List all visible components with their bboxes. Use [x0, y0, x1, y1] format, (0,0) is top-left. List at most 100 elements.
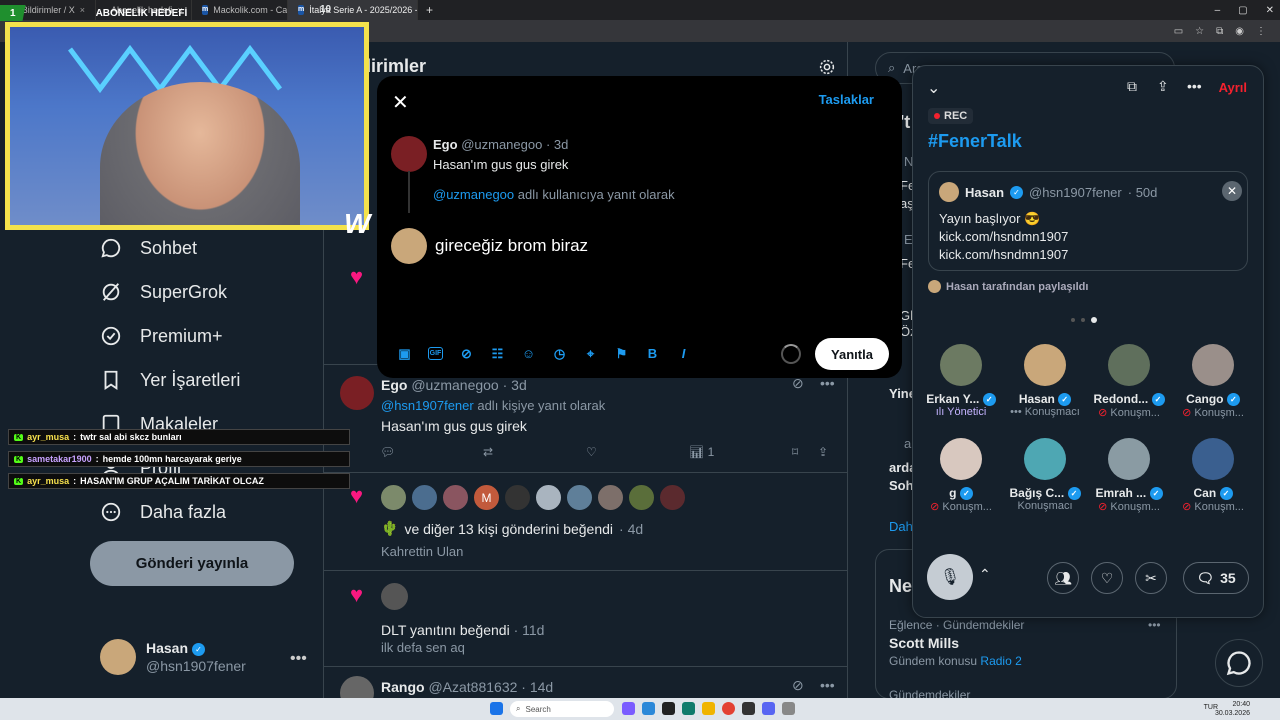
app-icon[interactable]: [622, 702, 635, 715]
bookmark-icon[interactable]: ⌑: [792, 445, 798, 459]
share-icon[interactable]: ⇪: [1157, 78, 1169, 95]
chevron-up-icon[interactable]: ⌃: [979, 566, 991, 583]
speaker[interactable]: g ✓ ⊘ Konuşm...: [921, 438, 1001, 513]
people-button[interactable]: 👥︎: [1047, 562, 1079, 594]
cast-icon[interactable]: ▭: [1174, 26, 1183, 37]
post-button[interactable]: Gönderi yayınla: [90, 541, 294, 586]
account-switcher[interactable]: Hasan ✓ @hsn1907fener: [100, 639, 246, 675]
trend-context-link[interactable]: Radio 2: [980, 654, 1021, 668]
minimize-icon[interactable]: –: [1215, 5, 1221, 16]
grok-icon[interactable]: ⊘: [792, 677, 804, 694]
gear-icon[interactable]: [818, 58, 836, 76]
avatar[interactable]: [659, 484, 686, 511]
image-icon[interactable]: ▣: [395, 344, 414, 363]
nav-more[interactable]: Daha fazla: [100, 501, 226, 523]
like-icon[interactable]: ♡: [586, 445, 597, 459]
react-button[interactable]: ♡: [1091, 562, 1123, 594]
account-more-icon[interactable]: •••: [290, 650, 307, 668]
more-icon[interactable]: •••: [1187, 78, 1202, 94]
avatar[interactable]: M: [473, 484, 500, 511]
close-window-icon[interactable]: ✕: [1266, 5, 1274, 16]
browser-tab-active[interactable]: mİtalya Serie A - 2025/2026 - Pu×: [288, 0, 418, 20]
reply-icon[interactable]: 💬︎: [380, 445, 395, 459]
start-icon[interactable]: [490, 702, 503, 715]
avatar[interactable]: [340, 376, 374, 410]
tweet-handle[interactable]: @uzmanegoo: [411, 377, 498, 393]
profile-icon[interactable]: ◉: [1235, 26, 1244, 37]
pinned-post[interactable]: Hasan ✓ @hsn1907fener · 50d ✕ Yayın başl…: [928, 171, 1248, 271]
trend-more-icon[interactable]: •••: [1148, 618, 1161, 632]
emoji-icon[interactable]: ☺: [519, 344, 538, 363]
messages-button[interactable]: [1215, 639, 1263, 687]
nav-premium[interactable]: Premium+: [100, 325, 223, 347]
flag-icon[interactable]: ⚑: [612, 344, 631, 363]
mention-link[interactable]: @uzmanegoo: [433, 187, 514, 202]
avatar[interactable]: [381, 583, 408, 610]
new-tab-button[interactable]: +: [426, 3, 433, 17]
share-icon[interactable]: ⇪: [818, 445, 828, 459]
speaker[interactable]: Erkan Y... ✓ ılı Yönetici: [921, 344, 1001, 418]
close-pinned-icon[interactable]: ✕: [1222, 181, 1242, 201]
tweet-handle[interactable]: @Azat881632: [428, 679, 517, 695]
pager-dot[interactable]: [1081, 318, 1085, 322]
reply-submit-button[interactable]: Yanıtla: [815, 338, 889, 370]
extensions-icon[interactable]: ⧉: [1216, 26, 1223, 37]
reply-textarea[interactable]: gireceğiz brom biraz: [435, 236, 588, 256]
comments-button[interactable]: 🗨︎ 35: [1183, 562, 1249, 594]
schedule-icon[interactable]: ◷: [550, 344, 569, 363]
speaker[interactable]: Cango ✓ ⊘ Konuşm...: [1173, 344, 1253, 419]
avatar[interactable]: [380, 484, 407, 511]
italic-icon[interactable]: I: [674, 344, 693, 363]
avatar[interactable]: [504, 484, 531, 511]
dlt-notice[interactable]: DLT yanıtını beğendi · 11d: [381, 622, 544, 638]
nav-bookmarks[interactable]: Yer İşaretleri: [100, 369, 240, 391]
app-icon[interactable]: [742, 702, 755, 715]
pager-dot[interactable]: [1071, 318, 1075, 322]
tweet-author[interactable]: Ego: [381, 377, 407, 393]
microphone-button[interactable]: 🎙︎: [927, 554, 973, 600]
pager-dot-active[interactable]: [1091, 317, 1097, 323]
chrome-icon[interactable]: [722, 702, 735, 715]
app-icon[interactable]: [702, 702, 715, 715]
picture-in-picture-icon[interactable]: ⧉: [1127, 78, 1137, 95]
nav-chat[interactable]: Sohbet: [100, 237, 197, 259]
avatar[interactable]: [628, 484, 655, 511]
avatar[interactable]: [597, 484, 624, 511]
views-icon[interactable]: 📊︎ 1: [689, 445, 714, 459]
poll-icon[interactable]: ☷: [488, 344, 507, 363]
avatar[interactable]: [535, 484, 562, 511]
avatar[interactable]: [442, 484, 469, 511]
app-icon[interactable]: [762, 702, 775, 715]
grok-icon[interactable]: ⊘: [457, 344, 476, 363]
speaker[interactable]: Redond... ✓ ⊘ Konuşm...: [1089, 344, 1169, 419]
speaker[interactable]: Hasan ✓ ••• Konuşmacı: [1005, 344, 1085, 418]
like-notice[interactable]: 🌵 ve diğer 13 kişi gönderini beğendi · 4…: [381, 520, 643, 537]
app-icon[interactable]: [642, 702, 655, 715]
avatar[interactable]: [411, 484, 438, 511]
close-icon[interactable]: ✕: [392, 90, 409, 115]
speaker[interactable]: Bağış C... ✓ Konuşmacı: [1005, 438, 1085, 512]
gif-icon[interactable]: GIF: [428, 347, 443, 360]
tweet-author[interactable]: Rango: [381, 679, 425, 695]
more-icon[interactable]: •••: [820, 677, 835, 693]
avatar[interactable]: [566, 484, 593, 511]
retweet-icon[interactable]: ⇄: [483, 445, 493, 459]
speaker[interactable]: Emrah ... ✓ ⊘ Konuşm...: [1089, 438, 1169, 513]
menu-kebab-icon[interactable]: ⋮: [1256, 26, 1266, 37]
maximize-icon[interactable]: ▢: [1238, 5, 1247, 16]
clock[interactable]: 20:40 30.03.2026: [1215, 700, 1250, 718]
app-icon[interactable]: [782, 702, 795, 715]
location-icon[interactable]: ⌖: [581, 344, 600, 363]
trend-name[interactable]: Scott Mills: [889, 635, 959, 651]
collapse-chevron-icon[interactable]: ⌄: [927, 78, 940, 98]
bookmark-star-icon[interactable]: ☆: [1195, 26, 1204, 37]
speaker[interactable]: Can ✓ ⊘ Konuşm...: [1173, 438, 1253, 513]
bold-icon[interactable]: B: [643, 344, 662, 363]
taskbar-search[interactable]: ⌕ Search: [510, 701, 614, 717]
drafts-link[interactable]: Taslaklar: [819, 92, 874, 107]
tweet-time[interactable]: · 3d: [503, 377, 527, 393]
app-icon[interactable]: [682, 702, 695, 715]
mention-link[interactable]: @hsn1907fener: [381, 398, 474, 413]
nav-supergrok[interactable]: SuperGrok: [100, 281, 227, 303]
clip-button[interactable]: ✂: [1135, 562, 1167, 594]
